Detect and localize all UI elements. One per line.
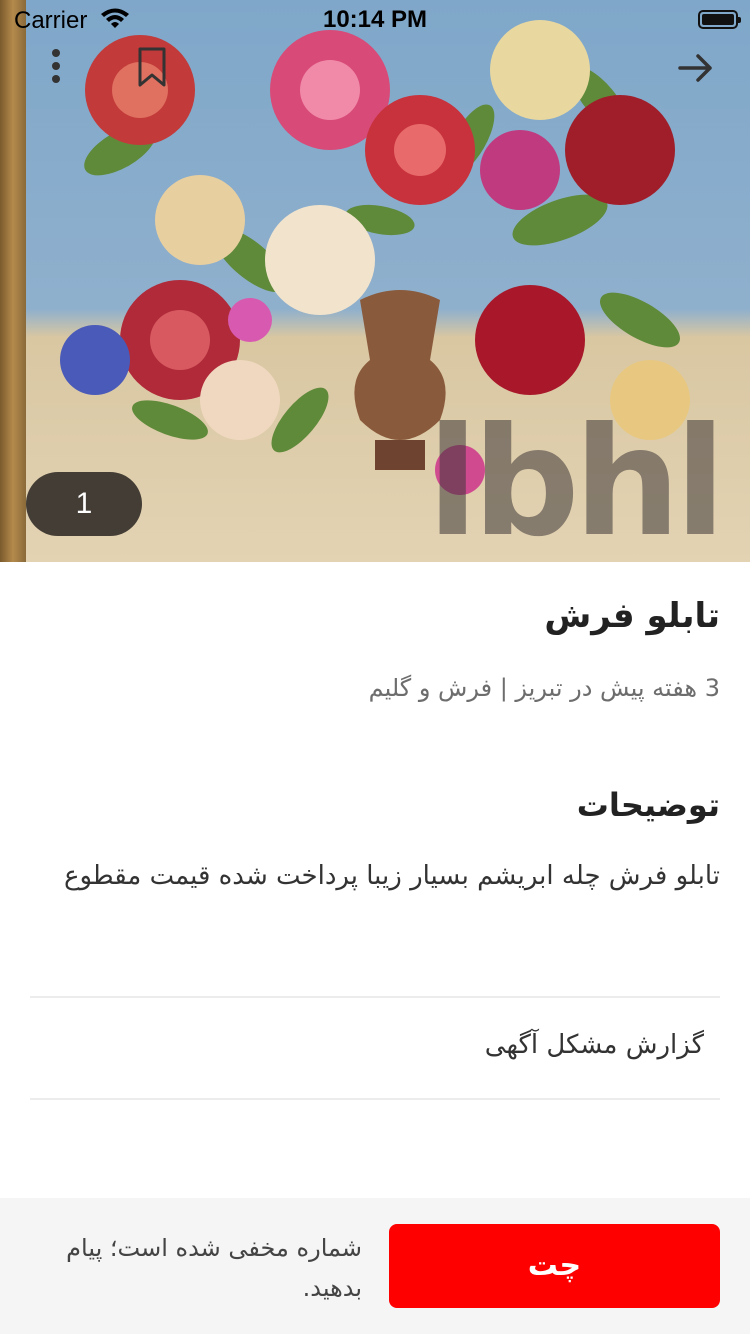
hidden-number-note: شماره مخفی شده است؛ پیام بدهید. [66,1234,362,1302]
chat-button[interactable]: چت [389,1224,720,1308]
picture-frame-edge [0,0,26,562]
image-counter-badge: 1 [26,472,142,536]
battery-icon [698,10,741,29]
divider [30,1098,720,1100]
report-ad-link[interactable]: گزارش مشکل آگهی [485,1030,704,1060]
watermark-logo: lbhl [427,396,726,562]
ad-description: تابلو فرش چله ابریشم بسیار زیبا پرداخت ش… [63,861,720,891]
clock: 10:14 PM [322,6,428,33]
more-options-icon[interactable] [40,45,72,89]
status-bar: Carrier 10:14 PM [0,0,750,40]
description-heading: توضیحات [576,786,720,824]
divider [30,996,720,998]
back-arrow-icon[interactable] [676,48,716,88]
bookmark-icon[interactable] [134,45,170,89]
bottom-action-bar: شماره مخفی شده است؛ پیام بدهید. چت [0,1198,750,1334]
ad-title: تابلو فرش [544,596,720,636]
ad-meta: 3 هفته پیش در تبریز | فرش و گلیم [368,674,720,702]
